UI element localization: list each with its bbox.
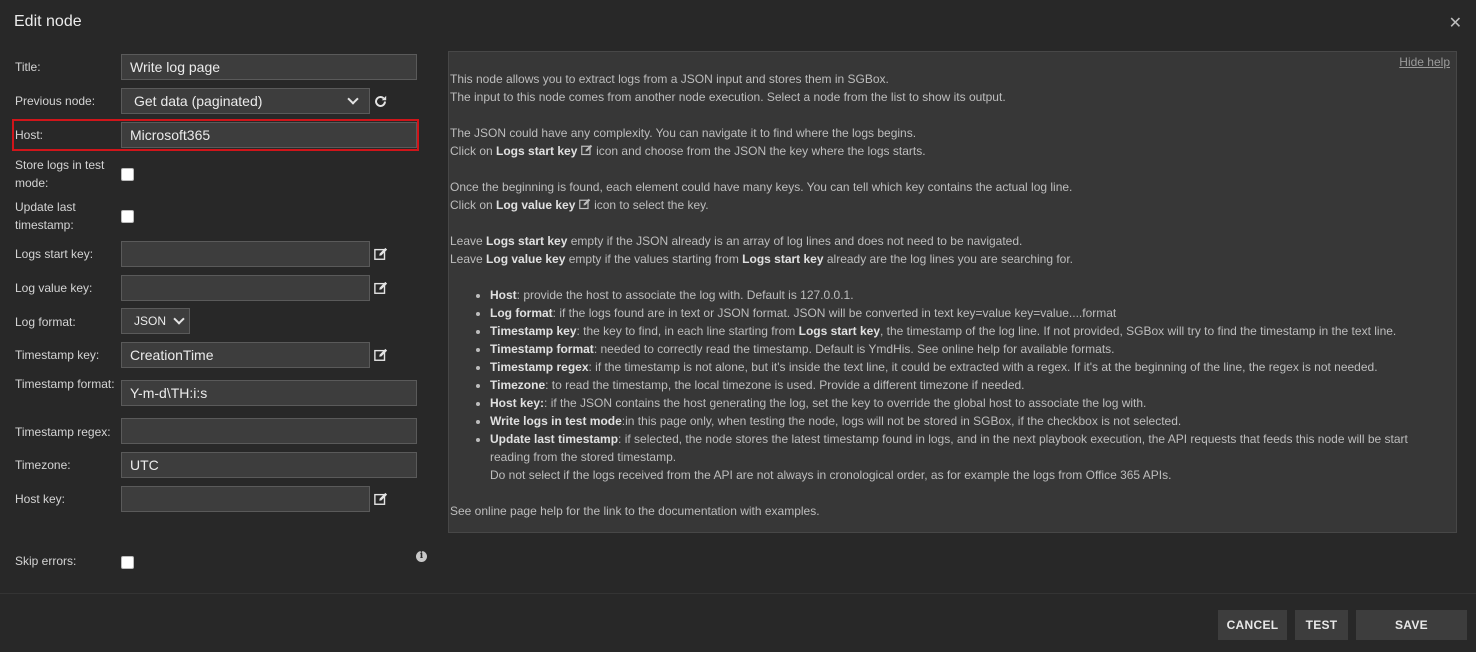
log-format-select[interactable]: JSON xyxy=(121,308,190,334)
edit-icon[interactable] xyxy=(374,348,388,362)
help-text: The input to this node comes from anothe… xyxy=(450,90,1006,104)
skip-errors-checkbox[interactable] xyxy=(121,556,134,569)
log-format-value: JSON xyxy=(134,314,167,328)
help-text: This node allows you to extract logs fro… xyxy=(450,72,889,86)
update-last-timestamp-checkbox[interactable] xyxy=(121,210,134,223)
timestamp-key-label: Timestamp key: xyxy=(15,348,100,362)
logs-start-key-label: Logs start key: xyxy=(15,247,94,261)
list-item: Host key:: if the JSON contains the host… xyxy=(490,394,1450,412)
update-last-timestamp-label: Update last timestamp: xyxy=(15,200,76,232)
host-label: Host: xyxy=(15,128,44,142)
footer-divider xyxy=(0,593,1476,594)
help-text: Click on Log value key icon to select th… xyxy=(450,198,709,212)
log-value-key-label: Log value key: xyxy=(15,281,93,295)
edit-icon[interactable] xyxy=(374,492,388,506)
title-input[interactable] xyxy=(121,54,417,80)
help-text: Leave Log value key empty if the values … xyxy=(450,252,1074,266)
previous-node-value: Get data (paginated) xyxy=(134,93,263,109)
skip-errors-label: Skip errors: xyxy=(15,554,77,568)
edit-icon[interactable] xyxy=(374,281,388,295)
chevron-down-icon xyxy=(347,93,359,105)
edit-icon xyxy=(578,198,590,210)
help-text: Click on Logs start key icon and choose … xyxy=(450,144,926,158)
timezone-label: Timezone: xyxy=(15,458,71,472)
info-icon[interactable]: i xyxy=(416,551,427,562)
list-item: Timestamp key: the key to find, in each … xyxy=(490,322,1450,340)
timezone-input[interactable] xyxy=(121,452,417,478)
hide-help-link[interactable]: Hide help xyxy=(1399,53,1450,71)
chevron-down-icon xyxy=(173,313,185,325)
help-footer: See online page help for the link to the… xyxy=(450,504,820,518)
host-key-label: Host key: xyxy=(15,492,66,506)
dialog-title: Edit node xyxy=(14,13,82,30)
store-logs-label: Store logs in test mode: xyxy=(15,158,105,190)
edit-icon[interactable] xyxy=(374,247,388,261)
list-item: Update last timestamp: if selected, the … xyxy=(490,430,1450,484)
host-input[interactable] xyxy=(121,122,417,148)
log-value-key-input[interactable] xyxy=(121,275,370,301)
timestamp-format-label: Timestamp format: xyxy=(15,377,115,391)
timestamp-regex-input[interactable] xyxy=(121,418,417,444)
edit-icon xyxy=(580,144,592,156)
list-item: Timestamp format: needed to correctly re… xyxy=(490,340,1450,358)
cancel-button[interactable]: CANCEL xyxy=(1218,610,1287,640)
title-label: Title: xyxy=(15,60,41,74)
save-button[interactable]: SAVE xyxy=(1356,610,1467,640)
previous-node-label: Previous node: xyxy=(15,94,96,108)
previous-node-select[interactable]: Get data (paginated) xyxy=(121,88,370,114)
list-item: Log format: if the logs found are in tex… xyxy=(490,304,1450,322)
list-item: Timestamp regex: if the timestamp is not… xyxy=(490,358,1450,376)
timestamp-key-input[interactable] xyxy=(121,342,370,368)
timestamp-regex-label: Timestamp regex: xyxy=(15,425,111,439)
refresh-icon[interactable] xyxy=(374,95,387,108)
close-icon[interactable]: ✕ xyxy=(1449,13,1462,33)
list-item: Timezone: to read the timestamp, the loc… xyxy=(490,376,1450,394)
help-list: Host: provide the host to associate the … xyxy=(450,286,1450,484)
help-content: This node allows you to extract logs fro… xyxy=(450,70,1450,520)
test-button[interactable]: TEST xyxy=(1295,610,1348,640)
help-text: The JSON could have any complexity. You … xyxy=(450,126,917,140)
log-format-label: Log format: xyxy=(15,315,76,329)
timestamp-format-input[interactable] xyxy=(121,380,417,406)
help-text: Once the beginning is found, each elemen… xyxy=(450,180,1073,194)
logs-start-key-input[interactable] xyxy=(121,241,370,267)
list-item: Write logs in test mode:in this page onl… xyxy=(490,412,1450,430)
list-item: Host: provide the host to associate the … xyxy=(490,286,1450,304)
help-text: Leave Logs start key empty if the JSON a… xyxy=(450,234,1023,248)
host-key-input[interactable] xyxy=(121,486,370,512)
store-logs-checkbox[interactable] xyxy=(121,168,134,181)
help-panel: Hide help This node allows you to extrac… xyxy=(448,51,1457,533)
